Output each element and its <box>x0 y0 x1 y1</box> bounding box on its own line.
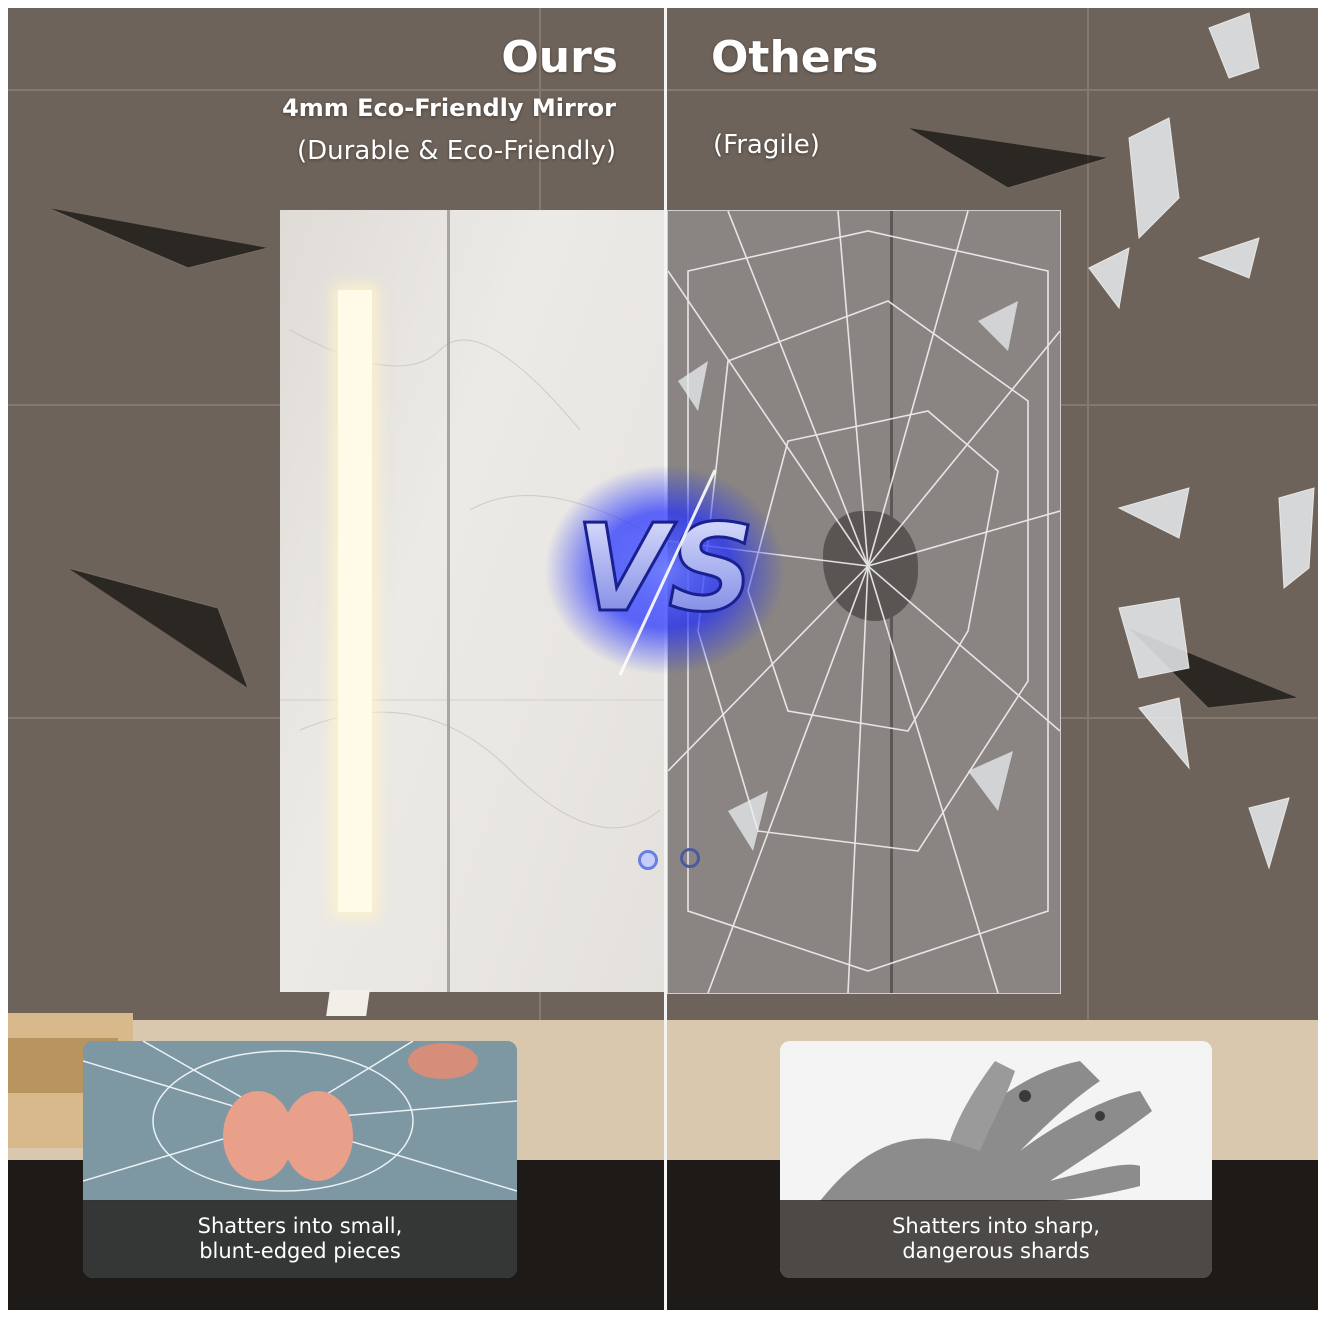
ours-caption: Shatters into small, blunt-edged pieces <box>197 1214 403 1263</box>
flying-glass-shards <box>1088 12 1315 870</box>
vs-text: VS <box>575 500 754 639</box>
touch-switch-icon <box>680 848 700 868</box>
finger-pressing-glass-image <box>83 1041 517 1201</box>
touch-switch-icon <box>638 850 658 870</box>
comparison-image: Ours 4mm Eco-Friendly Mirror (Durable & … <box>8 8 1318 1310</box>
others-caption: Shatters into sharp, dangerous shards <box>892 1214 1100 1263</box>
inset-photo-ours: Shatters into small, blunt-edged pieces <box>83 1041 517 1278</box>
ours-subtitle: 4mm Eco-Friendly Mirror <box>282 94 616 122</box>
cut-hand-image <box>780 1041 1212 1201</box>
tissue-paper <box>326 990 370 1016</box>
led-light-strip <box>338 290 372 912</box>
door-gap <box>447 210 450 992</box>
inset-photo-others: Shatters into sharp, dangerous shards <box>780 1041 1212 1278</box>
ours-note: (Durable & Eco-Friendly) <box>297 136 616 166</box>
caption-band: Shatters into sharp, dangerous shards <box>780 1200 1212 1278</box>
others-note: (Fragile) <box>713 130 820 160</box>
ours-title: Ours <box>501 32 618 83</box>
others-title: Others <box>711 32 879 83</box>
vs-badge: VS <box>545 465 785 676</box>
caption-band: Shatters into small, blunt-edged pieces <box>83 1200 517 1278</box>
